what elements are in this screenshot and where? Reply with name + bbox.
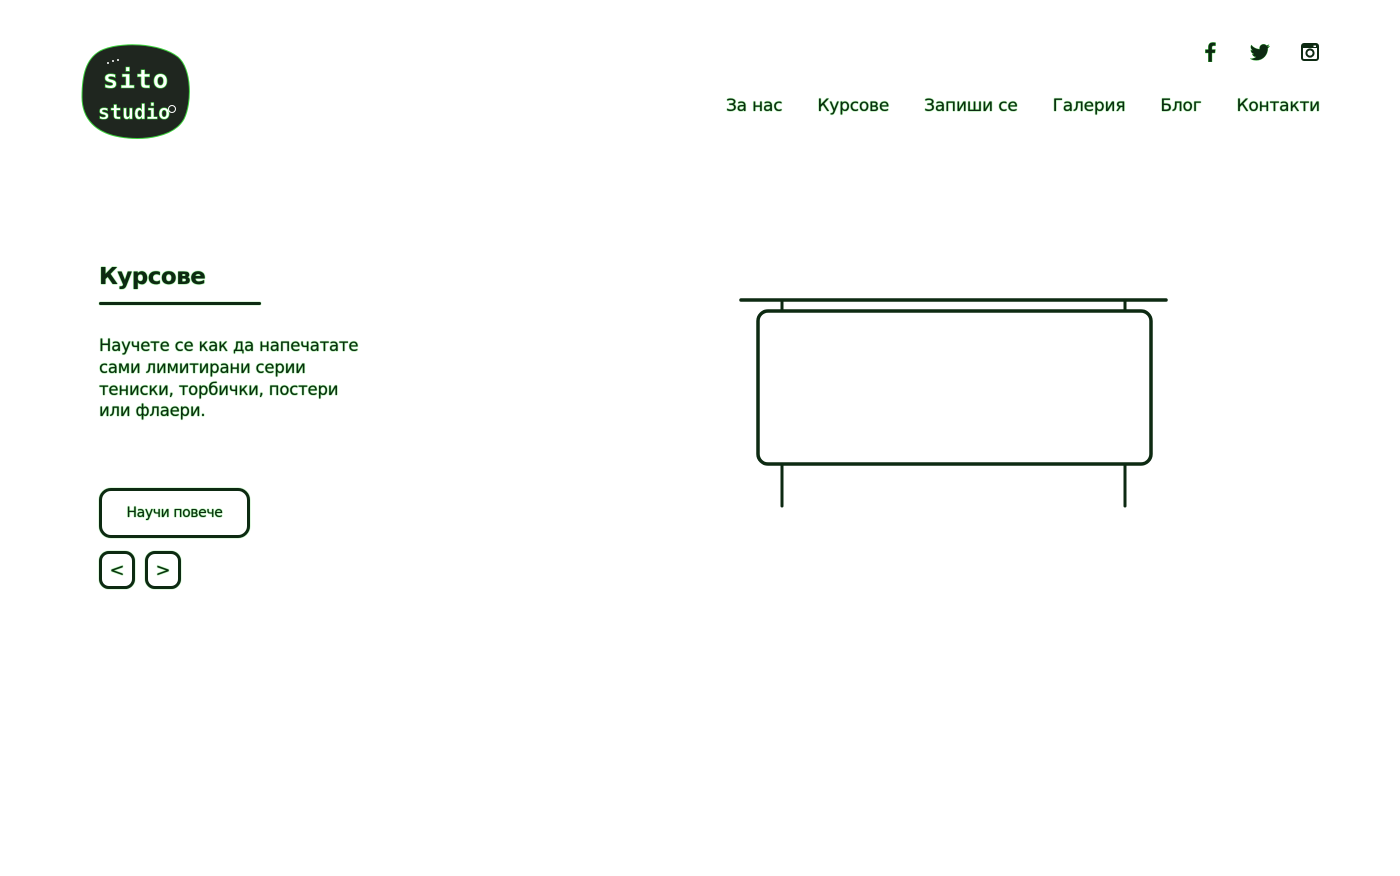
logo-mark: sito studio [81,44,190,139]
sito-studio-logo[interactable]: sito studio [80,43,192,141]
svg-text:studio: studio [98,100,170,124]
next-arrow-icon: > [155,559,171,581]
facebook-icon[interactable] [1198,40,1222,64]
prev-slide-button[interactable]: < [99,551,135,589]
nav-item-gallery[interactable]: Галерия [1053,96,1126,116]
svg-text:sito: sito [103,65,170,95]
main-nav: За нас Курсове Запиши се Галерия Блог Ко… [726,96,1320,116]
hero-description: Научете се как да напечатате сами лимити… [99,336,359,421]
nav-item-about[interactable]: За нас [726,96,783,116]
instagram-icon[interactable] [1298,40,1322,64]
learn-more-label: Научи повече [126,505,223,521]
print-table-illustration [736,292,1172,514]
nav-item-blog[interactable]: Блог [1160,96,1201,116]
twitter-icon[interactable] [1248,40,1272,64]
nav-item-signup[interactable]: Запиши се [924,96,1018,116]
learn-more-button[interactable]: Научи повече [99,488,250,538]
hero-title-underline [99,302,261,305]
hero-title: Курсове [99,264,206,290]
nav-item-courses[interactable]: Курсове [817,96,889,116]
nav-item-contacts[interactable]: Контакти [1236,96,1320,116]
prev-arrow-icon: < [109,559,125,581]
social-links [1198,40,1322,64]
next-slide-button[interactable]: > [145,551,181,589]
